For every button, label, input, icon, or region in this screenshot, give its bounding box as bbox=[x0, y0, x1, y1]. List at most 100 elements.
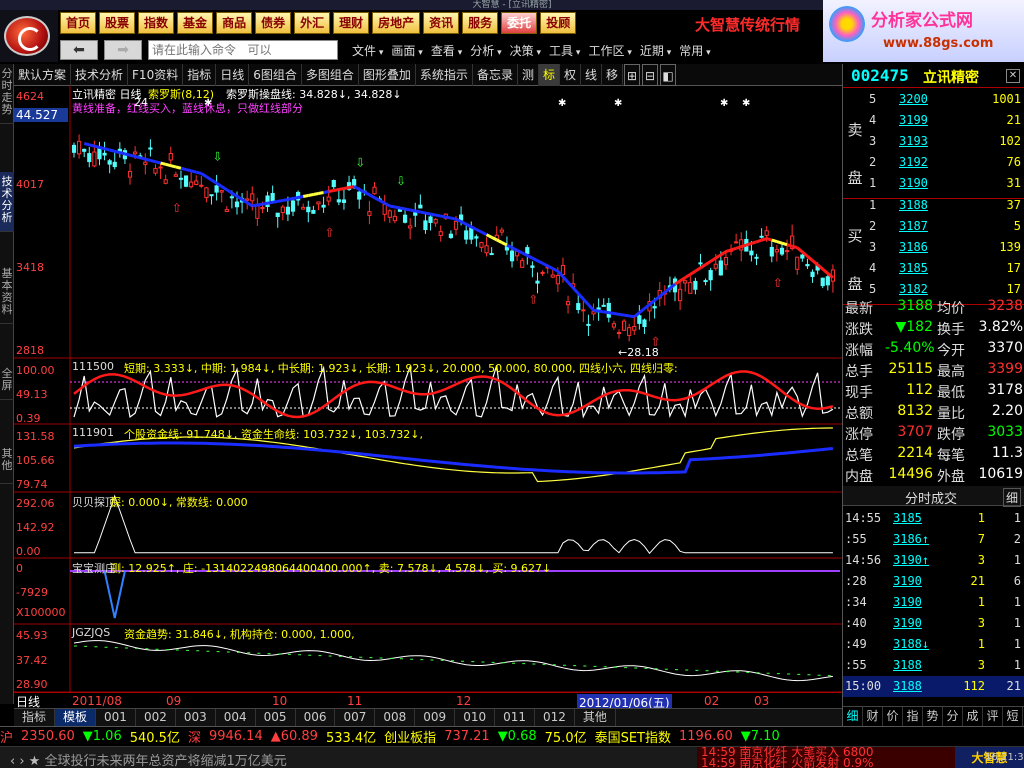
bottom-tab-8[interactable]: 007 bbox=[335, 709, 376, 726]
bottom-tab-1[interactable]: 模板 bbox=[55, 709, 97, 726]
bottom-tab-2[interactable]: 001 bbox=[96, 709, 136, 726]
order-row[interactable]: 3 3193 102 bbox=[865, 134, 1023, 155]
nav-6[interactable]: 外汇 bbox=[294, 12, 331, 34]
nav-10[interactable]: 服务 bbox=[462, 12, 499, 34]
trade-row[interactable]: 14:55 3185 1 1 bbox=[843, 508, 1024, 529]
right-tab-6[interactable]: 成 bbox=[963, 707, 983, 726]
left-tab-4[interactable]: 其他 bbox=[0, 444, 14, 484]
trade-row[interactable]: :55 3188 3 1 bbox=[843, 655, 1024, 676]
order-row[interactable]: 2 3187 5 bbox=[865, 219, 1023, 240]
trade-row[interactable]: 15:00 3188 112 21 bbox=[843, 676, 1024, 697]
order-row[interactable]: 2 3192 76 bbox=[865, 155, 1023, 176]
bottom-tab-10[interactable]: 009 bbox=[415, 709, 456, 726]
bottom-tab-12[interactable]: 011 bbox=[495, 709, 535, 726]
layout-icon-2[interactable]: ◧ bbox=[660, 63, 677, 86]
nav-9[interactable]: 资讯 bbox=[423, 12, 460, 34]
toolbar-item-1[interactable]: 技术分析 bbox=[71, 63, 129, 86]
chart-area[interactable]: ⇧ ⇧ ⇧ ⇧ ⇧ ⇩ ⇩ ⇩ ✱ ✱ ✱ ✱ ✱ 立讯精密 日线 索罗斯(8,12) 索罗斯操盘线: 34… bbox=[14, 86, 842, 694]
app-logo-icon[interactable] bbox=[0, 10, 58, 62]
bottom-tab-13[interactable]: 012 bbox=[535, 709, 575, 726]
forward-button[interactable]: ➡ bbox=[104, 40, 142, 60]
toolbar-item-2[interactable]: F10资料 bbox=[128, 63, 184, 86]
bottom-tab-11[interactable]: 010 bbox=[455, 709, 496, 726]
back-button[interactable]: ⬅ bbox=[60, 40, 98, 60]
nav-3[interactable]: 基金 bbox=[177, 12, 214, 34]
trade-row[interactable]: :28 3190 21 6 bbox=[843, 571, 1024, 592]
bottom-tab-6[interactable]: 005 bbox=[256, 709, 296, 726]
nav-0[interactable]: 首页 bbox=[60, 12, 97, 34]
toolbar-item-10[interactable]: 测 bbox=[518, 63, 539, 86]
nav-4[interactable]: 商品 bbox=[216, 12, 253, 34]
trade-row[interactable]: :34 3190 1 1 bbox=[843, 592, 1024, 613]
trades-detail-tab[interactable]: 细 bbox=[1002, 488, 1021, 507]
bottom-tab-14[interactable]: 其他 bbox=[575, 709, 616, 726]
trade-row[interactable]: :49 3188↓ 1 1 bbox=[843, 634, 1024, 655]
left-tab-0[interactable]: 分时走势 bbox=[0, 64, 14, 124]
layout-icon-1[interactable]: ⊟ bbox=[642, 63, 659, 86]
right-tab-8[interactable]: 短 bbox=[1003, 707, 1023, 726]
menu-3[interactable]: 分析 bbox=[470, 42, 501, 59]
toolbar-item-9[interactable]: 备忘录 bbox=[473, 63, 518, 86]
site-banner[interactable]: 分析家公式网 www.88gs.com bbox=[823, 0, 1024, 62]
trade-row[interactable]: :40 3190 3 1 bbox=[843, 613, 1024, 634]
menu-8[interactable]: 常用 bbox=[679, 42, 710, 59]
chart-canvas[interactable]: ⇧⇧⇧⇧⇧⇩ ⇩⇩✱ ✱ ✱ ✱✱ bbox=[14, 86, 842, 692]
trade-row[interactable]: 14:56 3190↑ 3 1 bbox=[843, 550, 1024, 571]
right-tab-3[interactable]: 指 bbox=[903, 707, 923, 726]
right-tab-4[interactable]: 势 bbox=[923, 707, 943, 726]
left-tab-3[interactable]: 全屏 bbox=[0, 364, 14, 400]
toolbar-item-8[interactable]: 系统指示 bbox=[416, 63, 473, 86]
nav-1[interactable]: 股票 bbox=[99, 12, 136, 34]
right-tab-7[interactable]: 评 bbox=[983, 707, 1003, 726]
order-row[interactable]: 3 3186 139 bbox=[865, 240, 1023, 261]
layout-icon-0[interactable]: ⊞ bbox=[624, 63, 641, 86]
left-tab-1[interactable]: 技术分析 bbox=[0, 172, 14, 232]
toolbar-item-6[interactable]: 多图组合 bbox=[302, 63, 359, 86]
bottom-tab-9[interactable]: 008 bbox=[375, 709, 416, 726]
bottom-tab-3[interactable]: 002 bbox=[136, 709, 176, 726]
menu-7[interactable]: 近期 bbox=[640, 42, 671, 59]
order-row[interactable]: 5 3200 1001 bbox=[865, 92, 1023, 113]
order-row[interactable]: 4 3185 17 bbox=[865, 261, 1023, 282]
menu-0[interactable]: 文件 bbox=[352, 42, 383, 59]
toolbar-item-4[interactable]: 日线 bbox=[216, 63, 250, 86]
scroll-arrows-icon[interactable]: ‹ › ★ bbox=[10, 754, 44, 768]
right-tab-0[interactable]: 细 bbox=[843, 707, 863, 726]
nav-12[interactable]: 投顾 bbox=[540, 12, 577, 34]
left-tab-2[interactable]: 基本资料 bbox=[0, 264, 14, 324]
nav-8[interactable]: 房地产 bbox=[372, 12, 421, 34]
order-row[interactable]: 1 3190 31 bbox=[865, 176, 1023, 197]
toolbar-item-13[interactable]: 线 bbox=[581, 63, 603, 86]
toolbar-item-5[interactable]: 6图组合 bbox=[249, 63, 302, 86]
order-row[interactable]: 4 3199 21 bbox=[865, 113, 1023, 134]
nav-7[interactable]: 理财 bbox=[333, 12, 370, 34]
menu-1[interactable]: 画面 bbox=[391, 42, 422, 59]
close-icon[interactable]: ✕ bbox=[1006, 69, 1020, 83]
toolbar-item-3[interactable]: 指标 bbox=[183, 63, 217, 86]
menu-2[interactable]: 查看 bbox=[431, 42, 462, 59]
nav-2[interactable]: 指数 bbox=[138, 12, 175, 34]
news-ticker[interactable]: ‹ › ★ 全球投行未来两年总资产将缩减1万亿美元 bbox=[10, 750, 287, 768]
right-tab-5[interactable]: 分 bbox=[943, 707, 963, 726]
bottom-tab-5[interactable]: 004 bbox=[216, 709, 256, 726]
trade-row[interactable]: :55 3186↑ 7 2 bbox=[843, 529, 1024, 550]
right-tab-2[interactable]: 价 bbox=[883, 707, 903, 726]
nav-11[interactable]: 委托 bbox=[501, 12, 538, 34]
order-row[interactable]: 1 3188 37 bbox=[865, 198, 1023, 219]
right-tab-1[interactable]: 财 bbox=[863, 707, 883, 726]
bottom-tab-0[interactable]: 指标 bbox=[14, 709, 56, 726]
alert-box[interactable]: 14:59 南京化纤 大笔买入 6800 14:59 南京化纤 火箭发射 0.9… bbox=[697, 746, 955, 768]
nav-5[interactable]: 债券 bbox=[255, 12, 292, 34]
menu-5[interactable]: 工具 bbox=[549, 42, 580, 59]
menu-4[interactable]: 决策 bbox=[510, 42, 541, 59]
command-input[interactable] bbox=[148, 40, 338, 60]
toolbar-item-0[interactable]: 默认方案 bbox=[14, 63, 72, 86]
toolbar-item-7[interactable]: 图形叠加 bbox=[359, 63, 416, 86]
toolbar-item-11[interactable]: 标 bbox=[538, 63, 560, 86]
menu-6[interactable]: 工作区 bbox=[588, 42, 631, 59]
trades-header: 分时成交 细 bbox=[843, 486, 1024, 507]
toolbar-item-14[interactable]: 移 bbox=[602, 63, 624, 86]
bottom-tab-4[interactable]: 003 bbox=[176, 709, 216, 726]
toolbar-item-12[interactable]: 权 bbox=[560, 63, 581, 86]
bottom-tab-7[interactable]: 006 bbox=[296, 709, 336, 726]
